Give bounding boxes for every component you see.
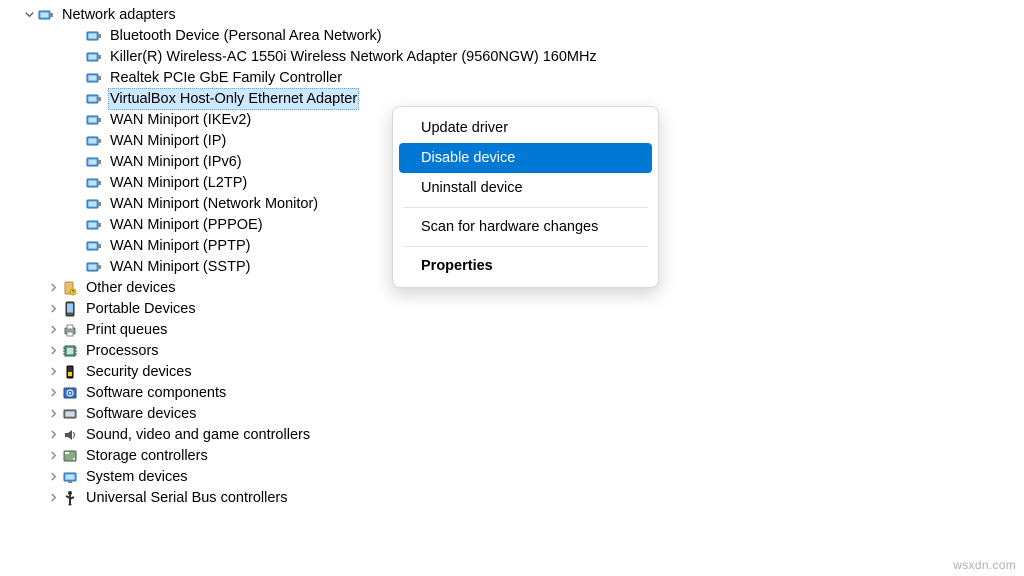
network-adapter-icon — [86, 217, 102, 233]
chevron-right-icon[interactable] — [46, 344, 60, 358]
tree-category-label: Universal Serial Bus controllers — [84, 488, 289, 508]
tree-category-label: Processors — [84, 341, 161, 361]
tree-category-label: System devices — [84, 467, 190, 487]
network-adapter-icon — [86, 133, 102, 149]
network-adapter-icon — [86, 196, 102, 212]
network-adapter-icon — [86, 91, 102, 107]
tree-item-label: WAN Miniport (Network Monitor) — [108, 194, 320, 214]
chevron-right-icon[interactable] — [46, 449, 60, 463]
tree-spacer — [70, 197, 84, 211]
context-menu: Update driverDisable deviceUninstall dev… — [392, 106, 659, 288]
usb-icon — [62, 490, 78, 506]
tree-item[interactable]: Realtek PCIe GbE Family Controller — [0, 67, 599, 88]
tree-category-label: Security devices — [84, 362, 194, 382]
network-adapter-icon — [86, 49, 102, 65]
tree-category-label: Portable Devices — [84, 299, 198, 319]
chevron-down-icon[interactable] — [22, 8, 36, 22]
tree-category-label: Software devices — [84, 404, 198, 424]
chevron-right-icon[interactable] — [46, 386, 60, 400]
tree-item-label: WAN Miniport (L2TP) — [108, 173, 249, 193]
network-adapter-icon — [86, 112, 102, 128]
portable-devices-icon — [62, 301, 78, 317]
network-adapter-icon — [38, 7, 54, 23]
tree-item-label: WAN Miniport (IP) — [108, 131, 228, 151]
tree-category[interactable]: Processors — [0, 340, 599, 361]
tree-category-label: Network adapters — [60, 5, 178, 25]
system-device-icon — [62, 469, 78, 485]
chevron-right-icon[interactable] — [46, 365, 60, 379]
tree-category[interactable]: Sound, video and game controllers — [0, 424, 599, 445]
tree-category[interactable]: Software components — [0, 382, 599, 403]
tree-category-label: Storage controllers — [84, 446, 210, 466]
tree-item-label: Killer(R) Wireless-AC 1550i Wireless Net… — [108, 47, 599, 67]
watermark-text: wsxdn.com — [953, 558, 1016, 572]
context-menu-item[interactable]: Properties — [399, 251, 652, 281]
context-menu-separator — [403, 207, 648, 208]
chevron-right-icon[interactable] — [46, 491, 60, 505]
tree-spacer — [70, 29, 84, 43]
chevron-right-icon[interactable] — [46, 302, 60, 316]
software-device-icon — [62, 406, 78, 422]
tree-item-label: WAN Miniport (IKEv2) — [108, 110, 253, 130]
tree-category[interactable]: Storage controllers — [0, 445, 599, 466]
network-adapter-icon — [86, 28, 102, 44]
tree-category[interactable]: Universal Serial Bus controllers — [0, 487, 599, 508]
tree-spacer — [70, 113, 84, 127]
tree-item-label: VirtualBox Host-Only Ethernet Adapter — [108, 88, 359, 110]
tree-item-label: Realtek PCIe GbE Family Controller — [108, 68, 344, 88]
tree-category[interactable]: System devices — [0, 466, 599, 487]
tree-spacer — [70, 92, 84, 106]
tree-item-label: Bluetooth Device (Personal Area Network) — [108, 26, 384, 46]
context-menu-item[interactable]: Disable device — [399, 143, 652, 173]
tree-spacer — [70, 50, 84, 64]
tree-spacer — [70, 71, 84, 85]
tree-item-label: WAN Miniport (IPv6) — [108, 152, 244, 172]
software-component-icon — [62, 385, 78, 401]
printer-icon — [62, 322, 78, 338]
network-adapter-icon — [86, 175, 102, 191]
tree-item-label: WAN Miniport (PPPOE) — [108, 215, 265, 235]
network-adapter-icon — [86, 259, 102, 275]
tree-category[interactable]: Security devices — [0, 361, 599, 382]
tree-spacer — [70, 239, 84, 253]
tree-category[interactable]: Software devices — [0, 403, 599, 424]
tree-spacer — [70, 176, 84, 190]
security-device-icon — [62, 364, 78, 380]
context-menu-item[interactable]: Uninstall device — [399, 173, 652, 203]
tree-spacer — [70, 218, 84, 232]
tree-category-label: Print queues — [84, 320, 169, 340]
tree-spacer — [70, 134, 84, 148]
network-adapter-icon — [86, 154, 102, 170]
tree-item[interactable]: Killer(R) Wireless-AC 1550i Wireless Net… — [0, 46, 599, 67]
chevron-right-icon[interactable] — [46, 470, 60, 484]
storage-icon — [62, 448, 78, 464]
tree-item[interactable]: Bluetooth Device (Personal Area Network) — [0, 25, 599, 46]
processor-icon — [62, 343, 78, 359]
chevron-right-icon[interactable] — [46, 323, 60, 337]
sound-icon — [62, 427, 78, 443]
tree-spacer — [70, 260, 84, 274]
chevron-right-icon[interactable] — [46, 407, 60, 421]
tree-category[interactable]: Portable Devices — [0, 298, 599, 319]
tree-category-network-adapters[interactable]: Network adapters — [0, 4, 599, 25]
tree-category[interactable]: Print queues — [0, 319, 599, 340]
tree-category-label: Software components — [84, 383, 228, 403]
tree-category-label: Other devices — [84, 278, 177, 298]
tree-category-label: Sound, video and game controllers — [84, 425, 312, 445]
other-devices-icon — [62, 280, 78, 296]
tree-item-label: WAN Miniport (SSTP) — [108, 257, 252, 277]
context-menu-item[interactable]: Update driver — [399, 113, 652, 143]
chevron-right-icon[interactable] — [46, 281, 60, 295]
network-adapter-icon — [86, 238, 102, 254]
tree-item-label: WAN Miniport (PPTP) — [108, 236, 252, 256]
tree-spacer — [70, 155, 84, 169]
context-menu-separator — [403, 246, 648, 247]
network-adapter-icon — [86, 70, 102, 86]
context-menu-item[interactable]: Scan for hardware changes — [399, 212, 652, 242]
chevron-right-icon[interactable] — [46, 428, 60, 442]
